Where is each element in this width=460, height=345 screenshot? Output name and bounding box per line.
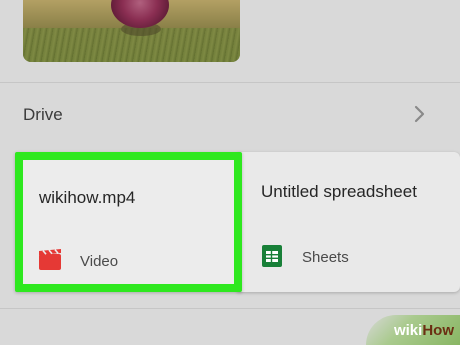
file-title: wikihow.mp4 [39, 188, 136, 207]
file-title: Untitled spreadsheet [261, 182, 417, 201]
chevron-right-icon[interactable] [410, 104, 428, 124]
watermark-wiki: wiki [393, 322, 423, 339]
file-card-untitled-spreadsheet[interactable]: Untitled spreadsheet Sheets [237, 152, 460, 292]
file-type-label: Video [80, 253, 119, 270]
watermark-text: wikiHow [394, 322, 454, 339]
file-type-label: Sheets [302, 249, 349, 266]
sheets-icon [262, 245, 282, 267]
file-card-wikihow-mp4[interactable]: wikihow.mp4 Video [15, 152, 242, 292]
watermark-how: How [422, 322, 454, 339]
wikihow-watermark: wikiHow [366, 315, 460, 345]
photo-thumbnail[interactable] [23, 0, 240, 62]
divider-bottom [0, 308, 460, 309]
thumbnail-flower [111, 0, 169, 28]
drive-section-header[interactable]: Drive [0, 83, 460, 147]
drive-label: Drive [23, 105, 63, 124]
video-icon [39, 249, 61, 270]
